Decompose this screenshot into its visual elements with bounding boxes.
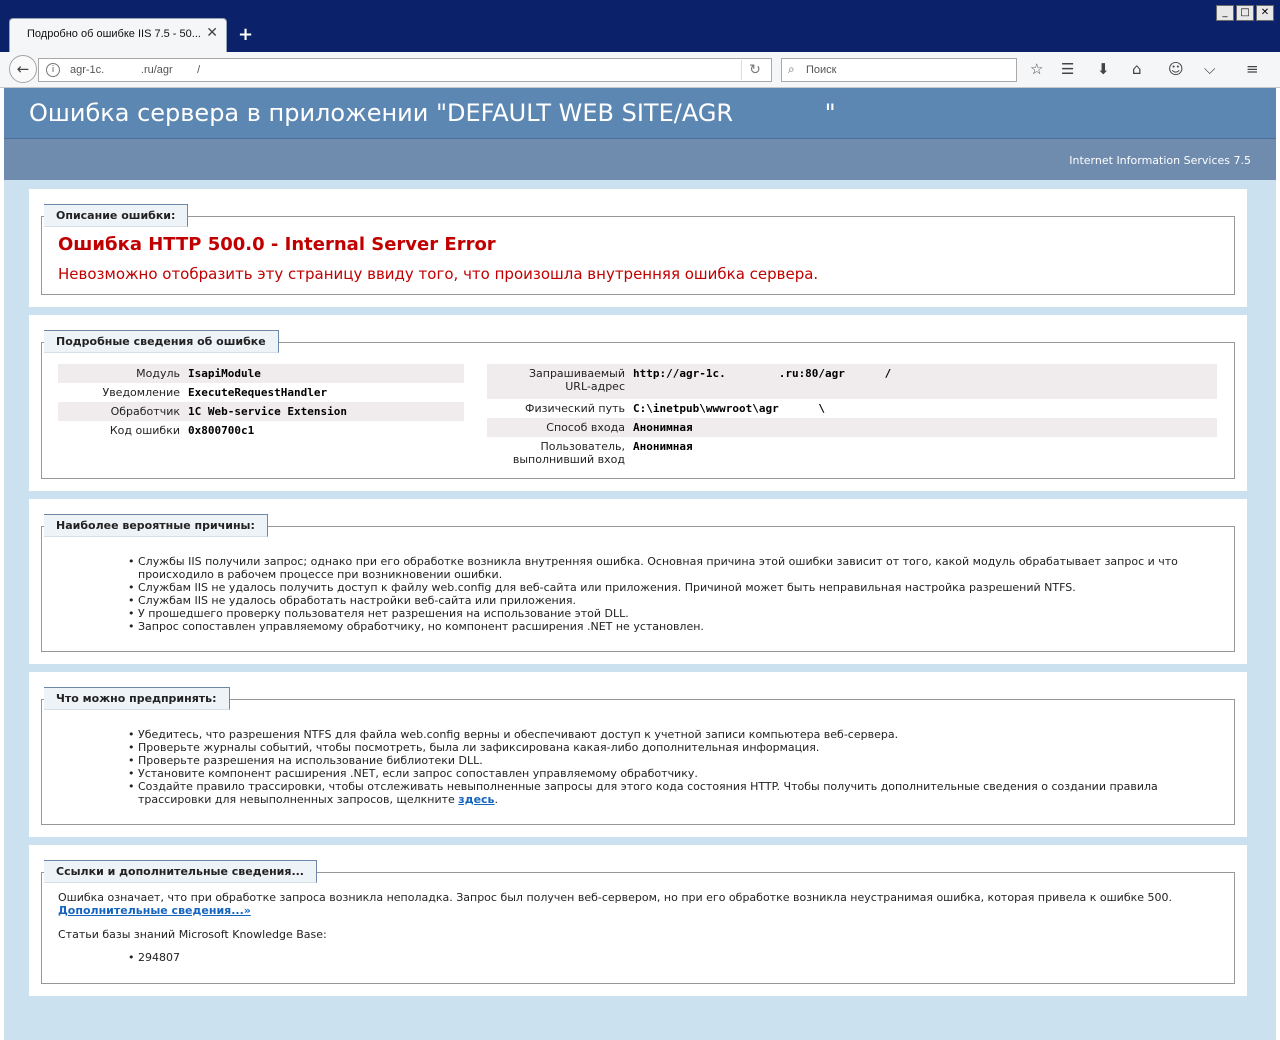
detail-value: http://agr-1c. .ru:80/agr /: [633, 364, 1217, 399]
detail-key: Уведомление: [102, 386, 181, 399]
detail-value: C:\inetpub\wwwroot\agr \: [633, 402, 826, 415]
close-window-button[interactable]: ✕: [1256, 5, 1274, 21]
search-placeholder: Поиск: [806, 64, 837, 76]
detail-value: ExecuteRequestHandler: [188, 386, 328, 399]
actions-list: • Убедитесь, что разрешения NTFS для файл…: [128, 728, 1208, 806]
details-table-left: Модуль IsapiModule Уведомление ExecuteRe…: [58, 364, 464, 440]
list-item: • Создайте правило трассировки, чтобы отс…: [128, 780, 1158, 806]
list-item: • Службам IIS не удалось получить доступ …: [128, 581, 1076, 594]
download-icon[interactable]: ⬇: [1097, 60, 1110, 78]
section-legend: Что можно предпринять:: [44, 687, 230, 710]
menu-icon[interactable]: ≡: [1246, 60, 1259, 78]
table-row: Способ входа Анонимная: [487, 418, 1217, 437]
page-header: Ошибка сервера в приложении "DEFAULT WEB…: [4, 88, 1276, 138]
list-item: • Службам IIS не удалось обработать настр…: [128, 594, 576, 607]
maximize-button[interactable]: □: [1236, 5, 1254, 21]
info-icon[interactable]: i: [46, 63, 60, 77]
detail-key: Способ входа: [487, 418, 633, 437]
section-legend: Наиболее вероятные причины:: [44, 514, 268, 537]
bookmark-star-icon[interactable]: ☆: [1030, 60, 1043, 78]
table-row: Обработчик 1C Web-service Extension: [58, 402, 464, 421]
table-row: Уведомление ExecuteRequestHandler: [58, 383, 464, 402]
here-link[interactable]: здесь: [458, 793, 494, 806]
detail-key: Код ошибки: [109, 424, 180, 437]
list-item: • Проверьте журналы событий, чтобы посмот…: [128, 741, 820, 754]
search-input[interactable]: ⌕ Поиск: [781, 58, 1017, 82]
list-item: • Проверьте разрешения на использование б…: [128, 754, 483, 767]
details-table-right: Запрашиваемый URL-адрес http://agr-1c. .…: [487, 364, 1217, 466]
detail-key: Обработчик: [58, 402, 188, 421]
fieldset-frame: [41, 216, 1235, 295]
section-legend: Ссылки и дополнительные сведения...: [44, 860, 317, 883]
search-icon: ⌕: [788, 62, 795, 76]
kb-label: Статьи базы знаний Microsoft Knowledge B…: [58, 928, 327, 941]
list-item: • 294807: [128, 951, 180, 964]
back-icon[interactable]: ←: [9, 55, 37, 83]
reload-icon[interactable]: ↻: [741, 60, 768, 80]
detail-key: Модуль: [58, 364, 188, 383]
detail-key: Физический путь: [525, 402, 625, 415]
table-row: Модуль IsapiModule: [58, 364, 464, 383]
list-item: • Запрос сопоставлен управляемому обработ…: [128, 620, 704, 633]
detail-key-line: Пользователь,: [540, 440, 625, 453]
home-icon[interactable]: ⌂: [1132, 60, 1142, 78]
error-title: Ошибка HTTP 500.0 - Internal Server Erro…: [58, 234, 496, 255]
page-content: Ошибка сервера в приложении "DEFAULT WEB…: [4, 88, 1276, 1040]
detail-value: Анонимная: [633, 440, 693, 453]
detail-key-line: выполнивший вход: [512, 453, 625, 466]
list-item: • У прошедшего проверку пользователя нет …: [128, 607, 629, 620]
likely-causes-section: Наиболее вероятные причины: • Службы IIS …: [29, 499, 1247, 664]
tab-close-icon[interactable]: ✕: [206, 25, 218, 41]
detail-key-line: URL-адрес: [565, 380, 625, 393]
pocket-icon[interactable]: ⌵: [1204, 60, 1215, 78]
window-titlebar: _ □ ✕ Подробно об ошибке IIS 7.5 - 50...…: [0, 0, 1280, 52]
error-message: Невозможно отобразить эту страницу ввиду…: [58, 265, 819, 283]
navigation-toolbar: ← i agr-1c. .ru/agr / ↻ ⌕ Поиск ☆ ☰ ⬇ ⌂ …: [0, 52, 1280, 88]
list-item: • Установите компонент расширения .NET, е…: [128, 767, 698, 780]
section-legend: Подробные сведения об ошибке: [44, 330, 279, 353]
browser-tab[interactable]: Подробно об ошибке IIS 7.5 - 50... ✕: [9, 18, 227, 52]
list-item: • Службы IIS получили запрос; однако при …: [128, 555, 1178, 581]
error-details-section: Подробные сведения об ошибке Модуль Isap…: [29, 315, 1247, 491]
error-description-section: Описание ошибки: Ошибка HTTP 500.0 - Int…: [29, 189, 1247, 307]
list-item: • Убедитесь, что разрешения NTFS для файл…: [128, 728, 899, 741]
more-info-link[interactable]: Дополнительные сведения...»: [58, 904, 251, 917]
address-bar[interactable]: i agr-1c. .ru/agr / ↻: [38, 58, 772, 82]
window-controls: _ □ ✕: [1216, 5, 1274, 21]
detail-value: Анонимная: [633, 418, 1217, 437]
section-legend: Описание ошибки:: [44, 204, 189, 227]
detail-key: Запрашиваемый URL-адрес: [487, 364, 633, 399]
table-row: Пользователь, выполнивший вход Анонимная: [487, 437, 1217, 466]
detail-key: Пользователь, выполнивший вход: [487, 437, 633, 466]
table-row: Код ошибки 0x800700c1: [58, 421, 464, 440]
url-text: agr-1c. .ru/agr /: [70, 64, 201, 76]
server-banner: Internet Information Services 7.5: [4, 138, 1276, 180]
server-name: Internet Information Services 7.5: [1069, 154, 1251, 167]
detail-value: 0x800700c1: [188, 424, 255, 437]
page-title: Ошибка сервера в приложении "DEFAULT WEB…: [29, 99, 836, 127]
tab-title: Подробно об ошибке IIS 7.5 - 50...: [27, 28, 201, 40]
actions-section: Что можно предпринять: • Убедитесь, что р…: [29, 672, 1247, 837]
minimize-button[interactable]: _: [1216, 5, 1234, 21]
detail-value: 1C Web-service Extension: [188, 402, 464, 421]
table-row: Запрашиваемый URL-адрес http://agr-1c. .…: [487, 364, 1217, 399]
detail-key-line: Запрашиваемый: [528, 367, 625, 380]
reading-list-icon[interactable]: ☰: [1061, 60, 1074, 78]
links-description: Ошибка означает, что при обработке запро…: [58, 891, 1173, 904]
links-section: Ссылки и дополнительные сведения... Ошиб…: [29, 845, 1247, 996]
kb-list: • 294807: [128, 951, 180, 964]
hello-icon[interactable]: ☺: [1168, 60, 1184, 78]
table-row: Физический путь C:\inetpub\wwwroot\agr \: [487, 399, 1217, 418]
detail-value: IsapiModule: [188, 364, 464, 383]
causes-list: • Службы IIS получили запрос; однако при …: [128, 555, 1208, 633]
new-tab-button[interactable]: +: [238, 24, 253, 45]
